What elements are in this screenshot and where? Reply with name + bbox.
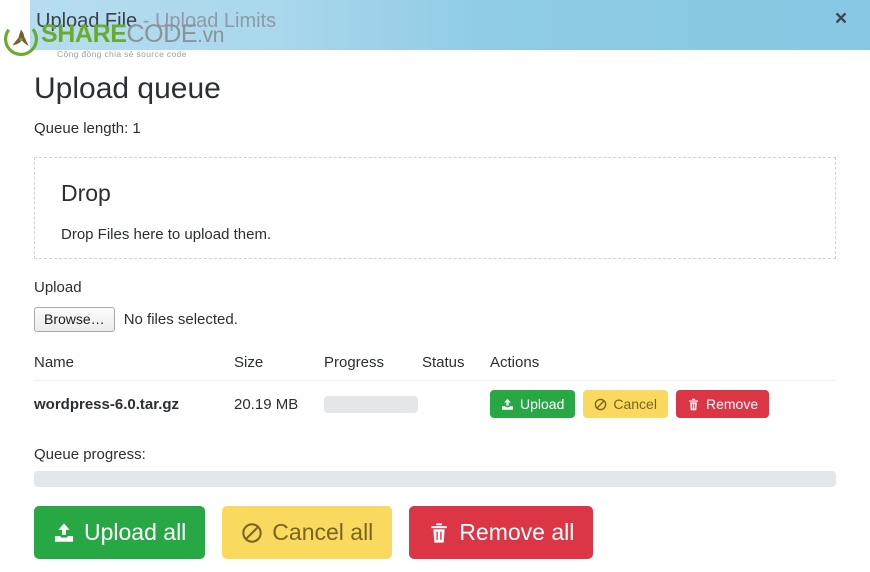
brand-name-light: CODE bbox=[126, 20, 198, 48]
table-header-row: Name Size Progress Status Actions bbox=[34, 354, 836, 381]
queue-progress-bar bbox=[34, 471, 836, 487]
file-progress-cell bbox=[324, 381, 422, 428]
row-remove-label: Remove bbox=[705, 396, 759, 412]
queue-length-text: Queue length: 1 bbox=[34, 120, 141, 137]
no-files-selected-text: No files selected. bbox=[123, 311, 238, 328]
close-icon[interactable]: × bbox=[828, 6, 854, 32]
brand-tagline: Cộng đồng chia sẻ source code bbox=[57, 49, 187, 59]
remove-all-button[interactable]: Remove all bbox=[409, 506, 594, 559]
brand-name-strong: SHARE bbox=[41, 20, 127, 48]
site-logo-wordmark: SHARECODE.vn bbox=[41, 22, 224, 47]
site-logo-text: SHARECODE.vn Cộng đồng chia sẻ source co… bbox=[41, 22, 224, 59]
file-actions-cell: Upload Cancel Remove bbox=[490, 381, 836, 428]
file-status-cell bbox=[422, 381, 490, 428]
file-name-cell: wordpress-6.0.tar.gz bbox=[34, 395, 180, 413]
file-size-cell: 20.19 MB bbox=[234, 395, 299, 413]
trash-icon bbox=[687, 398, 700, 411]
column-header-status: Status bbox=[422, 354, 490, 381]
upload-all-label: Upload all bbox=[84, 519, 187, 545]
file-progress-bar bbox=[324, 395, 418, 413]
remove-all-label: Remove all bbox=[459, 519, 575, 545]
upload-queue-table: Name Size Progress Status Actions wordpr… bbox=[34, 354, 836, 427]
dropzone[interactable]: Drop Drop Files here to upload them. bbox=[34, 157, 836, 259]
trash-icon bbox=[428, 522, 450, 544]
row-cancel-button[interactable]: Cancel bbox=[583, 390, 668, 418]
recycle-leaf-logo-icon bbox=[4, 22, 39, 56]
brand-tld: .vn bbox=[197, 24, 224, 47]
queue-progress-label: Queue progress: bbox=[34, 446, 146, 463]
ban-icon bbox=[241, 522, 263, 544]
dropzone-text: Drop Files here to upload them. bbox=[61, 226, 272, 243]
column-header-name: Name bbox=[34, 354, 234, 381]
upload-icon bbox=[53, 522, 75, 544]
browse-button[interactable]: Browse… bbox=[34, 307, 115, 332]
table-row: wordpress-6.0.tar.gz 20.19 MB Upload Can… bbox=[34, 381, 836, 428]
file-input-row: Browse… No files selected. bbox=[34, 307, 870, 332]
cancel-all-button[interactable]: Cancel all bbox=[222, 506, 393, 559]
modal-body: Upload queue Queue length: 1 Drop Drop F… bbox=[0, 50, 870, 559]
column-header-progress: Progress bbox=[324, 354, 422, 381]
dropzone-heading: Drop bbox=[61, 180, 111, 206]
bulk-actions: Upload all Cancel all Remove all bbox=[34, 506, 870, 559]
column-header-size: Size bbox=[234, 354, 324, 381]
row-upload-button[interactable]: Upload bbox=[490, 390, 576, 418]
upload-section-label: Upload bbox=[34, 279, 82, 296]
cancel-all-label: Cancel all bbox=[272, 519, 374, 545]
page-title: Upload queue bbox=[34, 72, 221, 105]
upload-icon bbox=[501, 398, 514, 411]
row-remove-button[interactable]: Remove bbox=[675, 390, 770, 418]
upload-all-button[interactable]: Upload all bbox=[34, 506, 206, 559]
row-upload-label: Upload bbox=[520, 396, 565, 412]
column-header-actions: Actions bbox=[490, 354, 836, 381]
site-logo[interactable]: SHARECODE.vn Cộng đồng chia sẻ source co… bbox=[4, 22, 224, 66]
ban-icon bbox=[594, 398, 607, 411]
row-cancel-label: Cancel bbox=[613, 396, 657, 412]
